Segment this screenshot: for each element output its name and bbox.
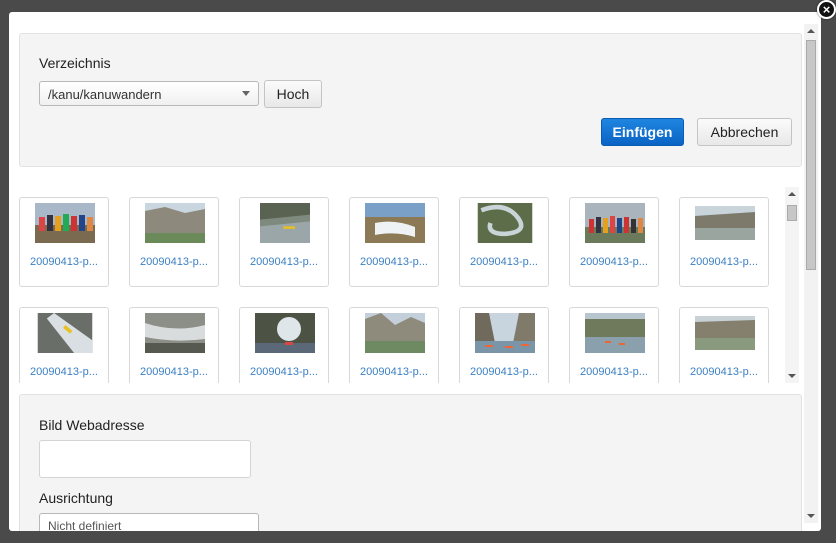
thumbnail-name: 20090413-p...: [690, 366, 758, 378]
image-properties-panel: Bild Webadresse Ausrichtung Nicht defini…: [19, 394, 802, 531]
thumbnail-item[interactable]: 20090413-p...: [569, 307, 659, 383]
image-url-label: Bild Webadresse: [39, 417, 145, 433]
thumbnail-item[interactable]: 20090413-p...: [349, 307, 439, 383]
directory-panel: Verzeichnis /kanu/kanuwandern Hoch Einfü…: [19, 33, 802, 167]
gorge-river-image: [695, 316, 755, 350]
thumbnail-name: 20090413-p...: [360, 366, 428, 378]
image-url-input[interactable]: [39, 440, 251, 478]
thumbnail-item[interactable]: 20090413-p...: [349, 197, 439, 287]
thumbnail-item[interactable]: 20090413-p...: [19, 307, 109, 383]
thumbnail-name: 20090413-p...: [580, 366, 648, 378]
scroll-thumb[interactable]: [806, 40, 816, 270]
thumbnail-name: 20090413-p...: [250, 256, 318, 268]
insert-button[interactable]: Einfügen: [601, 118, 684, 146]
scroll-thumb[interactable]: [787, 205, 797, 221]
thumbnail-name: 20090413-p...: [470, 366, 538, 378]
thumbnail-item[interactable]: 20090413-p...: [459, 307, 549, 383]
group-photo-image: [585, 203, 645, 243]
thumbnail-item[interactable]: 20090413-p...: [679, 197, 769, 287]
dialog-scrollbar[interactable]: [804, 24, 818, 523]
thumbnail-name: 20090413-p...: [250, 366, 318, 378]
thumbnail-name: 20090413-p...: [140, 366, 208, 378]
thumbnail-item[interactable]: 20090413-p...: [239, 307, 329, 383]
directory-select[interactable]: /kanu/kanuwandern: [39, 81, 259, 106]
group-photo-image: [35, 203, 95, 243]
canoes-river-image: [585, 313, 645, 353]
thumbnail-item[interactable]: 20090413-p...: [459, 197, 549, 287]
alignment-label: Ausrichtung: [39, 490, 113, 506]
thumbnail-name: 20090413-p...: [470, 256, 538, 268]
thumbnail-item[interactable]: 20090413-p...: [19, 197, 109, 287]
river-bend-image: [477, 203, 533, 243]
thumbnail-item[interactable]: 20090413-p...: [569, 197, 659, 287]
canoes-gorge-image: [475, 313, 535, 353]
kayak-waterfall-image: [37, 313, 93, 353]
thumbnail-scrollbar[interactable]: [785, 187, 799, 383]
thumbnail-name: 20090413-p...: [360, 256, 428, 268]
chevron-down-icon: [242, 91, 250, 96]
alignment-select[interactable]: Nicht definiert: [39, 513, 259, 531]
rocks-water-image: [145, 313, 205, 353]
thumbnail-item[interactable]: 20090413-p...: [129, 197, 219, 287]
thumbnail-item[interactable]: 20090413-p...: [239, 197, 329, 287]
thumbnail-name: 20090413-p...: [690, 256, 758, 268]
thumbnail-item[interactable]: 20090413-p...: [129, 307, 219, 383]
thumbnail-name: 20090413-p...: [30, 256, 98, 268]
thumbnail-grid: 20090413-p... 20090413-p... 20090413-p..…: [19, 195, 784, 383]
cliff-river-image: [365, 313, 425, 353]
close-icon[interactable]: ×: [817, 0, 836, 19]
gorge-image: [695, 206, 755, 240]
scroll-down-icon[interactable]: [788, 374, 796, 378]
directory-label: Verzeichnis: [39, 55, 111, 71]
scroll-up-icon[interactable]: [788, 192, 796, 196]
up-button[interactable]: Hoch: [264, 80, 322, 108]
thumbnail-name: 20090413-p...: [30, 366, 98, 378]
thumbnail-name: 20090413-p...: [140, 256, 208, 268]
directory-value: /kanu/kanuwandern: [48, 87, 162, 102]
cliff-river-image: [145, 203, 205, 243]
thumbnail-name: 20090413-p...: [580, 256, 648, 268]
image-dialog: Verzeichnis /kanu/kanuwandern Hoch Einfü…: [9, 12, 821, 531]
scroll-down-icon[interactable]: [807, 514, 815, 518]
thumbnail-item[interactable]: 20090413-p...: [679, 307, 769, 383]
kayak-river-image: [260, 203, 310, 243]
cancel-button[interactable]: Abbrechen: [697, 118, 792, 146]
rapids-image: [365, 203, 425, 243]
scroll-up-icon[interactable]: [807, 29, 815, 33]
rock-arch-image: [255, 313, 315, 353]
